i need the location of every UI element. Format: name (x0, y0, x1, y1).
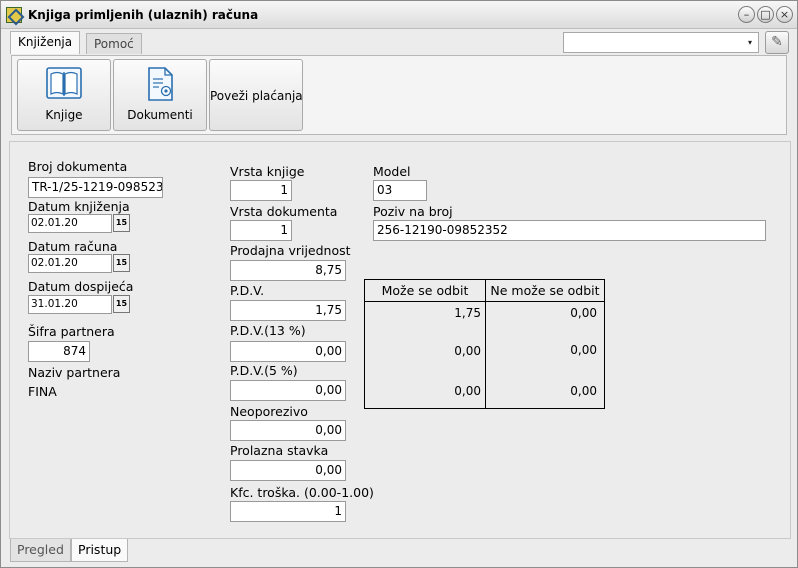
sifra-partnera-input[interactable]: 874 (28, 341, 90, 362)
broj-dokumenta-label: Broj dokumenta (28, 159, 128, 174)
prodajna-vrijednost-label: Prodajna vrijednost (230, 243, 351, 258)
model-input[interactable]: 03 (373, 180, 427, 201)
tab-pregled[interactable]: Pregled (10, 539, 71, 562)
vrsta-dokumenta-input[interactable]: 1 (230, 220, 292, 241)
kfc-troska-input[interactable]: 1 (230, 501, 346, 522)
calendar-icon[interactable]: 15 (113, 254, 130, 272)
table-header-ne-moze: Ne može se odbit (486, 280, 604, 302)
pin-icon[interactable]: ✎ (765, 31, 789, 54)
dokumenti-label: Dokumenti (127, 108, 193, 122)
pdv-5-input[interactable]: 0,00 (230, 380, 346, 401)
neoporezivo-input[interactable]: 0,00 (230, 420, 346, 441)
window-title: Knjiga primljenih (ulaznih) računa (28, 8, 259, 22)
minimize-button[interactable]: – (738, 6, 755, 23)
main-window: Knjiga primljenih (ulaznih) računa – □ ×… (0, 0, 798, 568)
pdv-label: P.D.V. (230, 283, 265, 298)
table-cell[interactable]: 0,00 (486, 343, 597, 357)
prolazna-stavka-label: Prolazna stavka (230, 443, 329, 458)
knjige-button[interactable]: Knjige (17, 59, 111, 131)
datum-dospijeca-input[interactable]: 31.01.20 (28, 295, 112, 314)
pdv-13-input[interactable]: 0,00 (230, 341, 346, 362)
vrsta-knjige-label: Vrsta knjige (230, 164, 305, 179)
naziv-partnera-value: FINA (28, 384, 57, 399)
ribbon-tab-strip: Knjiženja Pomoć ▾ ✎ (9, 31, 791, 55)
datum-racuna-input[interactable]: 02.01.20 (28, 254, 112, 273)
neoporezivo-label: Neoporezivo (230, 404, 308, 419)
table-header-moze: Može se odbit (365, 280, 485, 302)
povezi-placanja-button[interactable]: Poveži plaćanja (209, 59, 303, 131)
poziv-na-broj-input[interactable]: 256-12190-09852352 (373, 220, 766, 241)
vat-deduction-table: Može se odbit Ne može se odbit 1,75 0,00… (364, 279, 605, 409)
datum-dospijeca-label: Datum dospijeća (28, 279, 134, 294)
pdv-5-label: P.D.V.(5 %) (230, 363, 298, 378)
vrsta-knjige-input[interactable]: 1 (230, 180, 292, 201)
app-logo-icon (6, 7, 22, 23)
calendar-icon[interactable]: 15 (113, 214, 130, 232)
table-cell[interactable]: 0,00 (365, 384, 481, 398)
pdv-13-label: P.D.V.(13 %) (230, 323, 306, 338)
table-cell[interactable]: 1,75 (365, 306, 481, 320)
tab-pomoc[interactable]: Pomoć (86, 33, 142, 54)
ribbon-combo-box[interactable]: ▾ (563, 32, 759, 53)
table-cell[interactable]: 0,00 (365, 344, 481, 358)
model-label: Model (373, 164, 411, 179)
naziv-partnera-label: Naziv partnera (28, 365, 121, 380)
table-cell[interactable]: 0,00 (486, 384, 597, 398)
dokumenti-button[interactable]: Dokumenti (113, 59, 207, 131)
chevron-down-icon[interactable]: ▾ (742, 33, 758, 52)
sifra-partnera-label: Šifra partnera (28, 324, 115, 339)
datum-knjizenja-input[interactable]: 02.01.20 (28, 214, 112, 233)
maximize-button[interactable]: □ (757, 6, 774, 23)
knjige-label: Knjige (45, 108, 83, 122)
povezi-placanja-label: Poveži plaćanja (210, 89, 303, 103)
prolazna-stavka-input[interactable]: 0,00 (230, 460, 346, 481)
documents-icon (148, 67, 173, 101)
prodajna-vrijednost-input[interactable]: 8,75 (230, 260, 346, 281)
datum-racuna-label: Datum računa (28, 239, 118, 254)
datum-knjizenja-label: Datum knjiženja (28, 199, 130, 214)
calendar-icon[interactable]: 15 (113, 295, 130, 313)
tab-pristup[interactable]: Pristup (71, 539, 129, 562)
kfc-troska-label: Kfc. troška. (0.00-1.00) (230, 485, 374, 500)
tab-knjizenja[interactable]: Knjiženja (10, 31, 81, 54)
title-bar: Knjiga primljenih (ulaznih) računa – □ × (1, 1, 797, 29)
broj-dokumenta-input[interactable]: TR-1/25-1219-098523! (28, 177, 163, 198)
close-button[interactable]: × (776, 6, 793, 23)
pdv-input[interactable]: 1,75 (230, 300, 346, 321)
poziv-na-broj-label: Poziv na broj (373, 204, 453, 219)
ribbon-panel: Knjige Dokumenti Poveži plaćanja (11, 55, 787, 135)
book-icon (46, 67, 82, 99)
table-cell[interactable]: 0,00 (486, 306, 597, 320)
vrsta-dokumenta-label: Vrsta dokumenta (230, 204, 338, 219)
